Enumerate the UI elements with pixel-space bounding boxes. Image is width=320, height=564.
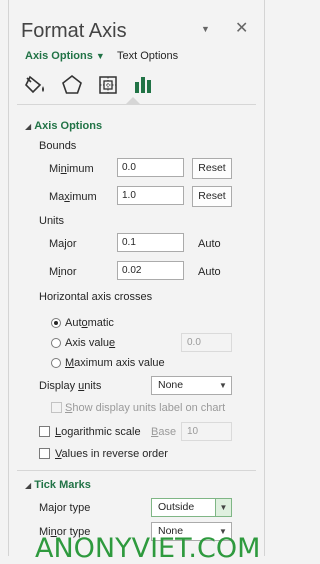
show-units-label-checkbox[interactable] <box>51 402 62 413</box>
divider <box>17 104 256 105</box>
axis-options-section-header[interactable]: ◢ Axis Options <box>25 120 102 132</box>
radio-automatic[interactable] <box>51 318 61 328</box>
bounds-label: Bounds <box>39 140 77 152</box>
minimum-label: Minimum <box>49 163 94 175</box>
tab-axis-options[interactable]: Axis Options ▼ <box>25 50 105 62</box>
dropdown-arrow-icon: ▼ <box>215 499 231 516</box>
collapse-triangle-icon: ◢ <box>25 481 32 490</box>
display-units-select[interactable]: None ▼ <box>151 376 232 395</box>
major-type-label: Major type <box>39 502 91 514</box>
reset-minimum-button[interactable]: Reset <box>192 158 232 179</box>
chevron-down-icon[interactable]: ▼ <box>201 24 210 34</box>
collapse-triangle-icon: ◢ <box>25 122 32 131</box>
effects-icon[interactable] <box>61 74 83 96</box>
minor-auto-label: Auto <box>198 266 221 278</box>
radio-axis-value[interactable] <box>51 338 61 348</box>
dropdown-arrow-icon: ▼ <box>219 381 227 390</box>
automatic-label: Automatic <box>65 317 114 329</box>
minor-unit-input[interactable]: 0.02 <box>117 261 184 280</box>
tab-text-options[interactable]: Text Options <box>117 50 178 62</box>
show-units-label-text: Show display units label on chart <box>65 402 226 414</box>
fill-line-icon[interactable] <box>24 74 48 96</box>
active-tab-indicator <box>126 97 140 104</box>
display-units-value: None <box>158 379 184 391</box>
display-units-label: Display units <box>39 380 102 392</box>
tick-marks-section-header[interactable]: ◢ Tick Marks <box>25 479 91 491</box>
logarithmic-scale-label: Logarithmic scale <box>55 426 141 438</box>
maximum-label: Maximum <box>49 191 97 203</box>
major-auto-label: Auto <box>198 238 221 250</box>
tab-label: Axis Options <box>25 50 93 62</box>
minor-label: Minor <box>49 266 77 278</box>
values-reverse-order-label: Values in reverse order <box>55 448 168 460</box>
format-axis-pane: Format Axis ▼ ✕ Axis Options ▼ Text Opti… <box>8 0 265 556</box>
axis-value-input[interactable]: 0.0 <box>181 333 232 352</box>
maximum-axis-value-label: Maximum axis value <box>65 357 165 369</box>
axis-options-icon[interactable] <box>132 73 154 95</box>
radio-maximum-axis-value[interactable] <box>51 358 61 368</box>
base-label: Base <box>151 426 177 438</box>
section-heading: Axis Options <box>34 120 103 132</box>
logarithmic-scale-checkbox[interactable] <box>39 426 50 437</box>
size-properties-icon[interactable] <box>97 74 119 96</box>
base-input[interactable]: 10 <box>181 422 232 441</box>
divider <box>17 470 256 471</box>
caret-down-icon: ▼ <box>95 51 105 61</box>
maximum-input[interactable]: 1.0 <box>117 186 184 205</box>
major-type-value: Outside <box>158 501 195 513</box>
horizontal-axis-crosses-label: Horizontal axis crosses <box>39 291 153 303</box>
pane-title: Format Axis <box>21 20 127 42</box>
reset-maximum-button[interactable]: Reset <box>192 186 232 207</box>
watermark-logo: ANONYVIET.COM <box>35 533 261 564</box>
close-icon[interactable]: ✕ <box>235 18 248 38</box>
axis-value-label: Axis value <box>65 337 116 349</box>
section-heading: Tick Marks <box>34 479 91 491</box>
major-type-select[interactable]: Outside ▼ <box>151 498 232 517</box>
values-reverse-order-checkbox[interactable] <box>39 448 50 459</box>
units-label: Units <box>39 215 65 227</box>
major-label: Major <box>49 238 77 250</box>
minimum-input[interactable]: 0.0 <box>117 158 184 177</box>
major-unit-input[interactable]: 0.1 <box>117 233 184 252</box>
